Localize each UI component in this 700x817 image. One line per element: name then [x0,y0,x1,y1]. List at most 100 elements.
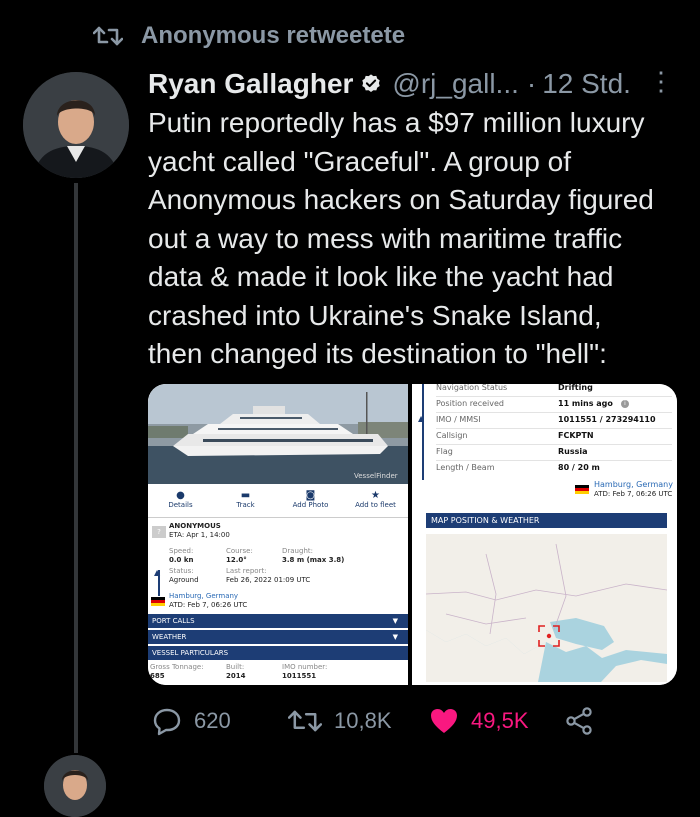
row-value: Russia [558,447,588,456]
draught-value: 3.8 m (max 3.8) [282,556,345,564]
author-name[interactable]: Ryan Gallagher [148,68,353,100]
row-key: Callsign [436,431,468,440]
like-button[interactable]: 49,5K [429,700,529,742]
avatar[interactable] [23,72,129,178]
header-separator: · [526,68,537,99]
speed-label: Speed: [169,547,194,555]
row-value: 11 mins ago [558,399,613,408]
departure-port[interactable]: Hamburg, Germany [169,592,238,601]
tab-add-photo[interactable]: ◙ Add Photo [278,490,343,514]
row-key: Position received [436,399,505,408]
tweet-media[interactable]: VesselFinder ● Details ▬ Track ◙ Add Photo … [148,384,677,685]
info-row: Position received 11 mins ago i [436,396,666,412]
eta: ETA: Apr 1, 14:00 [169,531,230,539]
next-avatar[interactable] [44,755,106,817]
course-label: Course: [226,547,253,555]
tab-track[interactable]: ▬ Track [213,490,278,514]
row-value: FCKPTN [558,431,594,440]
row-key: Flag [436,447,453,456]
row-key: Navigation Status [436,384,508,392]
row-value: 80 / 20 m [558,463,600,472]
tab-add-photo-label: Add Photo [292,501,329,509]
course-value: 12.0° [226,556,247,564]
info-row: IMO / MMSI 1011551 / 273294110 [436,412,666,428]
tab-add-to-fleet[interactable]: ★ Add to fleet [343,490,408,514]
status-value: Aground [169,576,199,584]
divider [148,517,408,518]
watermark: VesselFinder [354,472,398,480]
verified-badge-icon [362,74,381,92]
germany-flag-icon [151,597,165,606]
more-options-icon[interactable]: ⋮ [648,66,674,100]
tonnage-label: Gross Tonnage: [150,663,204,671]
tweet-text: Putin reportedly has a $97 million luxur… [148,107,654,369]
heart-icon [431,709,457,733]
timestamp[interactable]: 12 Std. [542,68,631,100]
weather-label: WEATHER [152,633,187,641]
info-icon: ● [176,490,185,501]
tab-details-label: Details [168,501,193,509]
retweet-indicator: Anonymous retweetete [93,18,405,54]
retweet-label[interactable]: Anonymous retweetete [141,22,405,50]
vessel-tabs: ● Details ▬ Track ◙ Add Photo ★ Add to fleet [148,490,408,514]
arrow-up-icon: ▲ [418,414,425,423]
info-row: Flag Russia [436,444,666,460]
share-button[interactable] [564,700,594,742]
ship-icon: ▬ [240,490,251,501]
departure-atd: ATD: Feb 7, 06:26 UTC [594,490,673,498]
weather-bar[interactable]: WEATHER ▼ [148,630,408,644]
media-image-left[interactable]: VesselFinder ● Details ▬ Track ◙ Add Photo … [148,384,408,685]
last-report-label: Last report: [226,567,267,575]
yacht-photo [148,384,408,484]
info-row: Callsign FCKPTN [436,428,666,444]
tweet-header: Ryan Gallagher @rj_gall... · 12 Std. [148,64,631,104]
retweet-count: 10,8K [334,708,392,733]
tonnage-value: 685 [150,672,165,680]
route-line [422,384,424,480]
vessel-particulars-bar[interactable]: VESSEL PARTICULARS [148,646,408,660]
imo-label: IMO number: [282,663,328,671]
author-handle[interactable]: @rj_gall... [392,68,518,100]
arrow-up-icon: ▲ [154,568,161,577]
tweet-actions: 620 10,8K 49,5K [148,700,668,742]
last-report-value: Feb 26, 2022 01:09 UTC [226,576,311,584]
retweet-button[interactable]: 10,8K [288,700,392,742]
draught-label: Draught: [282,547,313,555]
thread-line [74,183,78,753]
tab-track-label: Track [236,501,255,509]
vessel-particulars-label: VESSEL PARTICULARS [152,649,229,657]
chevron-down-icon: ▼ [392,617,398,625]
row-value: Drifting [558,384,593,392]
status-label: Status: [169,567,194,575]
reply-button[interactable]: 620 [152,700,231,742]
chevron-down-icon: ▼ [392,633,398,641]
info-row: Length / Beam 80 / 20 m [436,460,666,476]
row-value: 1011551 / 273294110 [558,415,656,424]
destination: ANONYMOUS [169,522,221,530]
reply-count: 620 [194,708,231,733]
media-image-right[interactable]: ▲ Navigation Status Drifting Position rec… [412,384,677,685]
map-position-bar[interactable]: MAP POSITION & WEATHER [426,513,667,528]
speed-value: 0.0 kn [169,556,194,564]
imo-value: 1011551 [282,672,317,680]
tab-add-to-fleet-label: Add to fleet [355,501,396,509]
reply-icon [153,708,181,736]
like-count: 49,5K [471,708,529,733]
tab-details[interactable]: ● Details [148,490,213,514]
map-view[interactable] [426,534,667,682]
row-key: IMO / MMSI [436,415,481,424]
germany-flag-icon-2 [575,485,589,494]
built-label: Built: [226,663,245,671]
row-key: Length / Beam [436,463,495,472]
camera-icon: ◙ [305,490,316,501]
departure-port[interactable]: Hamburg, Germany [594,480,673,489]
retweet-icon [93,26,123,46]
unknown-flag-icon: ? [152,526,166,538]
retweet-icon [288,710,322,732]
departure-atd: ATD: Feb 7, 06:26 UTC [169,601,248,609]
star-icon: ★ [371,490,380,501]
info-icon[interactable]: i [621,400,629,408]
map-title: MAP POSITION & WEATHER [431,516,540,525]
port-calls-bar[interactable]: PORT CALLS ▼ [148,614,408,628]
share-icon [566,707,592,735]
